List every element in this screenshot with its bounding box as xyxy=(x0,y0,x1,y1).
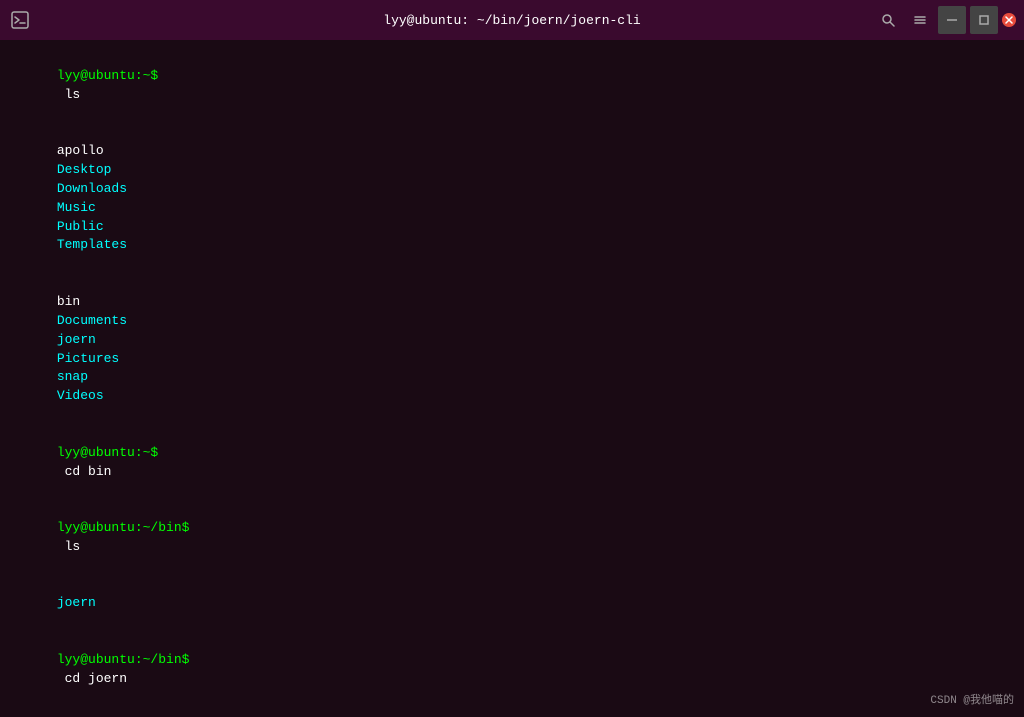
minimize-button[interactable] xyxy=(938,6,966,34)
titlebar: lyy@ubuntu: ~/bin/joern/joern-cli xyxy=(0,0,1024,40)
window-title: lyy@ubuntu: ~/bin/joern/joern-cli xyxy=(383,13,640,28)
cmd-line-1: lyy@ubuntu:~$ ls xyxy=(10,48,1014,123)
terminal-window: lyy@ubuntu: ~/bin/joern/joern-cli xyxy=(0,0,1024,717)
close-button[interactable] xyxy=(1002,13,1016,27)
terminal-content[interactable]: lyy@ubuntu:~$ ls apollo Desktop Download… xyxy=(0,40,1024,717)
ls-home-row2: bin Documents joern Pictures snap Videos xyxy=(10,274,1014,425)
cmd-line-3: lyy@ubuntu:~/bin$ ls xyxy=(10,500,1014,575)
maximize-button[interactable] xyxy=(970,6,998,34)
window-controls xyxy=(874,6,1016,34)
menu-button[interactable] xyxy=(906,6,934,34)
titlebar-left xyxy=(8,8,32,32)
cmd-line-2: lyy@ubuntu:~$ cd bin xyxy=(10,425,1014,500)
search-button[interactable] xyxy=(874,6,902,34)
watermark: CSDN @我他喵的 xyxy=(930,691,1014,707)
terminal-icon xyxy=(8,8,32,32)
cmd-line-4: lyy@ubuntu:~/bin$ cd joern xyxy=(10,632,1014,707)
ls-bin-output: joern xyxy=(10,576,1014,633)
cmd-line-5: lyy@ubuntu:~/bin/joern$ ls xyxy=(10,708,1014,717)
ls-home-row1: apollo Desktop Downloads Music Public Te… xyxy=(10,123,1014,274)
